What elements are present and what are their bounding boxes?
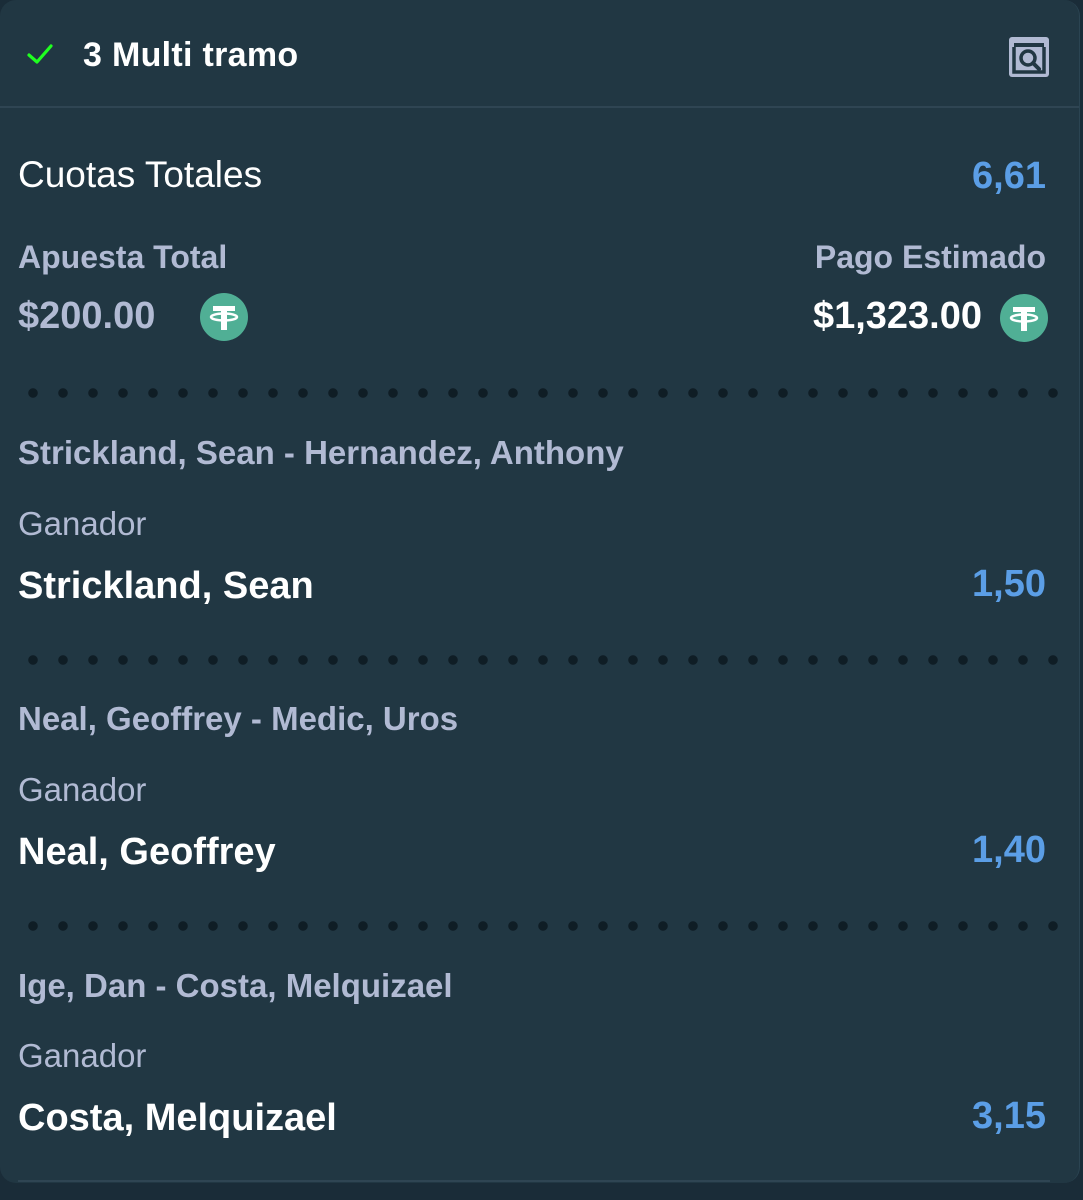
dotted-divider [18,388,1058,398]
dotted-divider [18,655,1058,665]
receipt-search-icon[interactable] [1008,36,1050,78]
dotted-divider [18,921,1058,931]
bet-header: 3 Multi tramo [0,0,1079,108]
leg-pick: Strickland, Sean [18,565,314,607]
leg-event: Ige, Dan - Costa, Melquizael [18,967,453,1004]
payout-amount: $1,323.00 [812,295,982,337]
leg-market: Ganador [18,771,147,808]
leg-odds: 1,50 [972,563,1046,605]
bet-slip-card: 3 Multi tramo Cuotas Totales 6,61 Apuest… [0,0,1080,1183]
bet-title: 3 Multi tramo [83,36,299,74]
check-icon [27,44,53,64]
stake-label: Apuesta Total [18,239,228,275]
leg-odds: 3,15 [972,1095,1046,1137]
leg-event: Neal, Geoffrey - Medic, Uros [18,700,459,737]
tether-usdt-icon [1000,294,1048,342]
leg-odds: 1,40 [972,829,1046,871]
leg-market: Ganador [18,505,147,542]
total-odds-value: 6,61 [972,155,1046,197]
tether-usdt-icon [200,293,248,341]
leg-pick: Costa, Melquizael [18,1097,337,1139]
stake-amount: $200.00 [18,295,156,337]
total-odds-label: Cuotas Totales [18,154,263,195]
bottom-divider [18,1180,1050,1182]
leg-event: Strickland, Sean - Hernandez, Anthony [18,434,624,471]
leg-market: Ganador [18,1037,147,1074]
payout-label: Pago Estimado [814,239,1046,275]
leg-pick: Neal, Geoffrey [18,831,276,873]
